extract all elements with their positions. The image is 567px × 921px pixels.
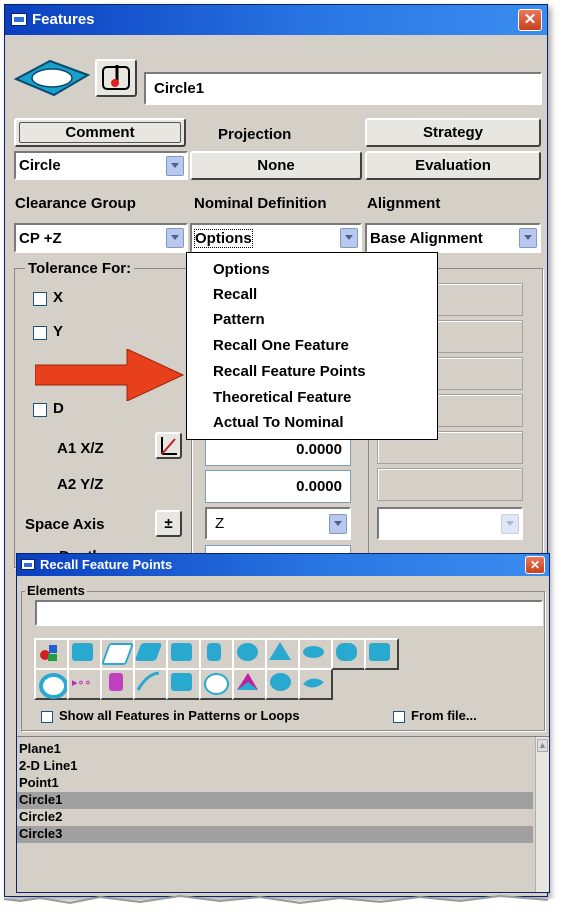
chevron-down-icon xyxy=(166,156,184,176)
alignment-dropdown[interactable]: Base Alignment xyxy=(365,223,541,253)
list-scrollbar[interactable]: ▲ xyxy=(535,737,549,892)
probe-pick-button[interactable] xyxy=(95,59,137,97)
all-features-icon[interactable] xyxy=(34,638,69,670)
cone-icon[interactable] xyxy=(265,638,300,670)
recall-title: Recall Feature Points xyxy=(40,557,173,572)
projection-none-button[interactable]: None xyxy=(190,151,362,180)
close-icon[interactable]: ✕ xyxy=(518,9,542,31)
elements-filter-field[interactable] xyxy=(35,600,543,626)
torus-icon[interactable] xyxy=(34,668,69,700)
curve-icon[interactable] xyxy=(133,668,168,700)
projection-label: Projection xyxy=(218,126,292,143)
tolerance-x-checkbox[interactable] xyxy=(33,292,47,306)
sphere-arc-icon[interactable] xyxy=(265,668,300,700)
plane-icon[interactable] xyxy=(67,638,102,670)
chevron-down-icon xyxy=(340,228,358,248)
recall-titlebar[interactable]: Recall Feature Points ✕ xyxy=(17,554,549,576)
angle-icon xyxy=(161,437,177,455)
scroll-up-icon[interactable]: ▲ xyxy=(537,739,548,752)
tolerance-d-label: D xyxy=(53,400,64,417)
features-titlebar[interactable]: Features ✕ xyxy=(5,5,547,35)
show-all-label: Show all Features in Patterns or Loops xyxy=(59,708,300,723)
extrusion-icon[interactable] xyxy=(100,668,135,700)
list-item-selected[interactable]: Circle1 xyxy=(17,792,533,809)
option-actual-to-nominal[interactable]: Actual To Nominal xyxy=(213,414,344,431)
option-recall-one-feature[interactable]: Recall One Feature xyxy=(213,337,349,354)
alignment-label: Alignment xyxy=(367,195,441,212)
comment-button[interactable]: Comment xyxy=(14,118,186,147)
list-item[interactable]: Point1 xyxy=(17,775,533,792)
svg-text:▸∘∘: ▸∘∘ xyxy=(72,676,91,689)
chevron-down-icon xyxy=(501,514,519,534)
chevron-down-icon xyxy=(329,514,347,534)
circle-icon[interactable] xyxy=(100,638,135,670)
ellipse-icon[interactable] xyxy=(298,638,333,670)
box-icon[interactable] xyxy=(166,668,201,700)
freeform-icon[interactable] xyxy=(298,668,333,700)
plus-minus-button[interactable]: ± xyxy=(155,510,182,537)
flat-icon[interactable] xyxy=(166,638,201,670)
tolerance-y-checkbox[interactable] xyxy=(33,326,47,340)
slot-icon[interactable] xyxy=(133,638,168,670)
a2-label: A2 Y/Z xyxy=(57,476,104,493)
list-item[interactable]: 2-D Line1 xyxy=(17,758,533,775)
window-app-icon xyxy=(11,13,27,26)
space-axis-label: Space Axis xyxy=(25,516,105,533)
option-theoretical-feature[interactable]: Theoretical Feature xyxy=(213,389,351,406)
round-slot-icon[interactable] xyxy=(331,638,366,670)
close-icon[interactable]: ✕ xyxy=(525,556,545,574)
torn-edge xyxy=(0,894,567,921)
recall-feature-points-window: Recall Feature Points ✕ Elements ▸∘∘ Sho… xyxy=(16,553,550,893)
window-app-icon xyxy=(21,559,35,570)
probe-icon xyxy=(102,65,130,90)
tolerance-for-label: Tolerance For: xyxy=(25,260,135,277)
feature-type-dropdown[interactable]: Circle xyxy=(14,151,188,180)
list-item[interactable]: Plane1 xyxy=(17,741,533,758)
space-axis-dropdown[interactable]: Z xyxy=(205,507,351,540)
nominal-definition-label: Nominal Definition xyxy=(194,195,327,212)
from-file-checkbox[interactable] xyxy=(393,711,405,723)
angle-button[interactable] xyxy=(155,432,182,459)
circle-feature-icon xyxy=(12,57,92,99)
option-options[interactable]: Options xyxy=(213,261,270,278)
option-pattern[interactable]: Pattern xyxy=(213,311,265,328)
point-line-icon[interactable]: ▸∘∘ xyxy=(67,668,102,700)
square-slot-icon[interactable] xyxy=(364,638,399,670)
a1-label: A1 X/Z xyxy=(57,440,104,457)
cylinder-icon[interactable] xyxy=(199,638,234,670)
clearance-group-dropdown[interactable]: CP +Z xyxy=(14,223,188,253)
sphere-icon[interactable] xyxy=(232,638,267,670)
surface-icon[interactable] xyxy=(232,668,267,700)
a2-value-field[interactable]: 0.0000 xyxy=(205,470,351,503)
strategy-button[interactable]: Strategy xyxy=(365,118,541,147)
ellipse-plane-icon[interactable] xyxy=(199,668,234,700)
list-item-selected[interactable]: Circle3 xyxy=(17,826,533,843)
features-title: Features xyxy=(32,11,95,28)
feature-list[interactable]: Plane1 2-D Line1 Point1 Circle1 Circle2 … xyxy=(17,736,549,892)
show-all-checkbox[interactable] xyxy=(41,711,53,723)
actual-a2-box xyxy=(377,468,523,501)
chevron-down-icon xyxy=(519,228,537,248)
list-item[interactable]: Circle2 xyxy=(17,809,533,826)
space-axis-actual-dropdown[interactable] xyxy=(377,507,523,540)
nominal-definition-options-list: Options Recall Pattern Recall One Featur… xyxy=(186,252,438,440)
elements-label: Elements xyxy=(25,583,87,598)
clearance-group-label: Clearance Group xyxy=(15,195,136,212)
nominal-definition-dropdown[interactable]: Options xyxy=(190,223,362,253)
feature-name-field[interactable]: Circle1 xyxy=(144,72,542,105)
from-file-label: From file... xyxy=(411,708,477,723)
option-recall[interactable]: Recall xyxy=(213,286,257,303)
red-arrow-icon xyxy=(34,348,185,402)
tolerance-d-checkbox[interactable] xyxy=(33,403,47,417)
chevron-down-icon xyxy=(166,228,184,248)
tolerance-x-label: X xyxy=(53,289,64,306)
tolerance-y-label: Y xyxy=(53,323,64,340)
option-recall-feature-points[interactable]: Recall Feature Points xyxy=(213,363,366,380)
evaluation-button[interactable]: Evaluation xyxy=(365,151,541,180)
